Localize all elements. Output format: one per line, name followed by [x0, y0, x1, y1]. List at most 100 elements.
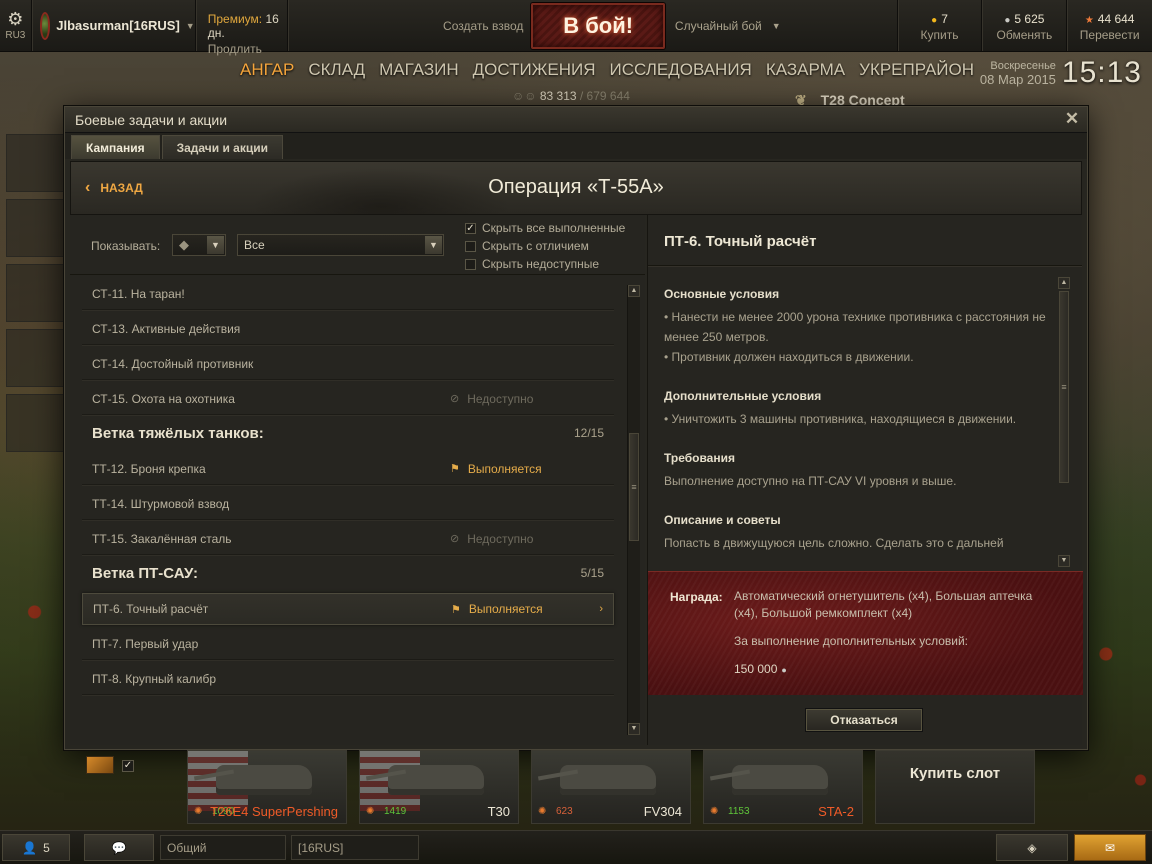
date: 08 Мар 2015: [979, 72, 1056, 87]
quest-row[interactable]: ПТ-7. Первый удар: [82, 628, 614, 660]
chevron-down-icon: ▼: [185, 20, 195, 31]
crew-slot[interactable]: [6, 134, 64, 192]
create-platoon-button[interactable]: Создать взвод: [288, 0, 532, 51]
quest-row[interactable]: ПТ-8. Крупный калибр: [82, 663, 614, 695]
nav-item-achievements[interactable]: ДОСТИЖЕНИЯ: [473, 60, 596, 80]
scroll-down-icon[interactable]: ▼: [628, 723, 640, 735]
message-icon: ✉: [1104, 840, 1116, 855]
branch-progress: 12/15: [573, 426, 604, 440]
quest-status-in-progress: ⚑ Выполняется: [451, 602, 543, 616]
channel-common[interactable]: Общий: [160, 835, 286, 860]
clan-button[interactable]: ◈: [996, 834, 1068, 861]
battle-button[interactable]: В бой!: [531, 3, 665, 49]
main-nav: АНГАР СКЛАД МАГАЗИН ДОСТИЖЕНИЯ ИССЛЕДОВА…: [240, 60, 974, 80]
crew-slot[interactable]: [6, 394, 64, 452]
scroll-down-icon[interactable]: ▼: [1058, 555, 1070, 567]
user-menu[interactable]: Jlbasurman[16RUS] ▼: [32, 0, 196, 51]
friends-button[interactable]: 👤 5: [2, 834, 70, 861]
bottom-bar: 👤 5 💬 Общий [16RUS] ◈ ✉: [0, 830, 1152, 864]
nav-item-shop[interactable]: МАГАЗИН: [379, 60, 458, 80]
scroll-thumb[interactable]: ≡: [629, 433, 639, 541]
quest-row[interactable]: СТ-15. Охота на охотника ⊘ Недоступно: [82, 383, 614, 415]
chat-button[interactable]: 💬: [84, 834, 154, 861]
nav-item-depot[interactable]: СКЛАД: [308, 60, 365, 80]
hide-unavailable-checkbox[interactable]: Скрыть недоступные: [465, 255, 625, 273]
main-condition-2: • Противник должен находиться в движении…: [664, 350, 914, 364]
battle-mode-select[interactable]: Случайный бой ▼: [665, 0, 898, 51]
avatar: [39, 11, 51, 40]
quest-row[interactable]: СТ-13. Активные действия: [82, 313, 614, 345]
hide-honors-checkbox[interactable]: Скрыть с отличием: [465, 237, 625, 255]
hide-completed-checkbox[interactable]: ✓ Скрыть все выполненные: [465, 219, 625, 237]
scroll-thumb[interactable]: ≡: [1059, 291, 1069, 483]
hide-unavailable-label: Скрыть недоступные: [482, 257, 600, 271]
branch-header-heavy: Ветка тяжёлых танков: 12/15: [92, 419, 604, 447]
xp-block[interactable]: ★ 44 644 Перевести: [1067, 0, 1152, 51]
credits-block[interactable]: ● 5 625 Обменять: [982, 0, 1068, 51]
tank-name: T26E4 SuperPershing: [210, 804, 338, 819]
crew-slot[interactable]: [6, 199, 64, 257]
tank-slot[interactable]: ✺ 623 FV304: [531, 750, 691, 824]
friends-count: 5: [43, 840, 50, 855]
tank-name: STA-2: [818, 804, 854, 819]
detail-scrollbar[interactable]: ▲ ≡ ▼: [1058, 277, 1071, 567]
nav-item-barracks[interactable]: КАЗАРМА: [766, 60, 845, 80]
quest-status-label: Выполняется: [467, 461, 542, 476]
channel-clan[interactable]: [16RUS]: [291, 835, 419, 860]
online-stats: ☺☺ 83 313 / 679 644: [512, 89, 630, 103]
tank-battles: 623: [556, 806, 573, 817]
quest-list: СТ-11. На таран! СТ-13. Активные действи…: [70, 285, 622, 745]
quest-list-scrollbar[interactable]: ▲ ≡ ▼: [627, 285, 640, 735]
tab-campaign[interactable]: Кампания: [71, 135, 160, 159]
crew-slot[interactable]: [6, 329, 64, 387]
tab-missions[interactable]: Задачи и акции: [161, 135, 283, 159]
tank-name: FV304: [643, 804, 682, 819]
nav-item-research[interactable]: ИССЛЕДОВАНИЯ: [610, 60, 752, 80]
quest-status-label: Недоступно: [467, 531, 534, 546]
diamond-icon: ◈: [1027, 840, 1037, 855]
crew-icon: ✺: [194, 806, 203, 817]
main-conditions-heading: Основные условия: [664, 287, 780, 301]
nav-item-hangar[interactable]: АНГАР: [240, 60, 294, 80]
quest-row[interactable]: СТ-14. Достойный противник: [82, 348, 614, 380]
category-filter-select[interactable]: Все ▼: [237, 234, 444, 256]
tank-slot[interactable]: ✺ 1090 T26E4 SuperPershing: [187, 750, 347, 824]
operation-title: Операция «Т-55А»: [488, 176, 664, 198]
exchange-link[interactable]: Обменять: [982, 28, 1066, 42]
scroll-up-icon[interactable]: ▲: [1058, 277, 1070, 289]
notifications-button[interactable]: ✉: [1074, 834, 1146, 861]
quest-detail-body: Основные условия • Нанести не менее 2000…: [664, 277, 1054, 557]
quest-status-unavailable: ⊘ Недоступно: [450, 392, 533, 406]
quest-row[interactable]: ТТ-14. Штурмовой взвод: [82, 488, 614, 520]
gold-block[interactable]: ● 7 Купить: [898, 0, 983, 51]
quest-row[interactable]: ТТ-15. Закалённая сталь ⊘ Недоступно: [82, 523, 614, 555]
chat-icon: 💬: [111, 840, 127, 855]
nav-item-stronghold[interactable]: УКРЕПРАЙОН: [859, 60, 974, 80]
quest-row-selected[interactable]: ПТ-6. Точный расчёт ⚑ Выполняется ›: [82, 593, 614, 625]
credits-icon: ●: [781, 665, 787, 675]
quest-name: ПТ-7. Первый удар: [92, 636, 199, 651]
tank-slot[interactable]: ✺ 1419 T30: [359, 750, 519, 824]
server-menu[interactable]: ⚙ RU3: [0, 0, 32, 51]
close-icon[interactable]: ✕: [1063, 110, 1081, 128]
quest-row[interactable]: ТТ-12. Броня крепка ⚑ Выполняется: [82, 453, 614, 485]
decline-button[interactable]: Отказаться: [806, 709, 922, 731]
tank-slot[interactable]: ✺ 1153 STA-2: [703, 750, 863, 824]
quest-name: СТ-15. Охота на охотника: [92, 391, 235, 406]
free-xp-value: 44 644: [1097, 12, 1135, 26]
server-label: RU3: [5, 30, 26, 41]
scroll-up-icon[interactable]: ▲: [628, 285, 640, 297]
quest-name: СТ-11. На таран!: [92, 286, 185, 301]
crew-slot[interactable]: [6, 264, 64, 322]
premium-block[interactable]: Премиум: 16 дн. Продлить: [196, 0, 288, 56]
quest-row[interactable]: СТ-11. На таран!: [82, 285, 614, 310]
premium-extend-link[interactable]: Продлить: [208, 42, 287, 56]
tank-name: T30: [487, 804, 510, 819]
convert-xp-link[interactable]: Перевести: [1067, 28, 1152, 42]
window-header: Боевые задачи и акции: [65, 107, 1087, 133]
tips-text: Попасть в движущуюся цель сложно. Сделат…: [664, 536, 1004, 550]
buy-gold-link[interactable]: Купить: [898, 28, 982, 42]
gold-icon: ●: [931, 15, 938, 26]
type-filter-select[interactable]: ◆ ▼: [172, 234, 226, 256]
buy-slot-button[interactable]: Купить слот: [875, 750, 1035, 824]
